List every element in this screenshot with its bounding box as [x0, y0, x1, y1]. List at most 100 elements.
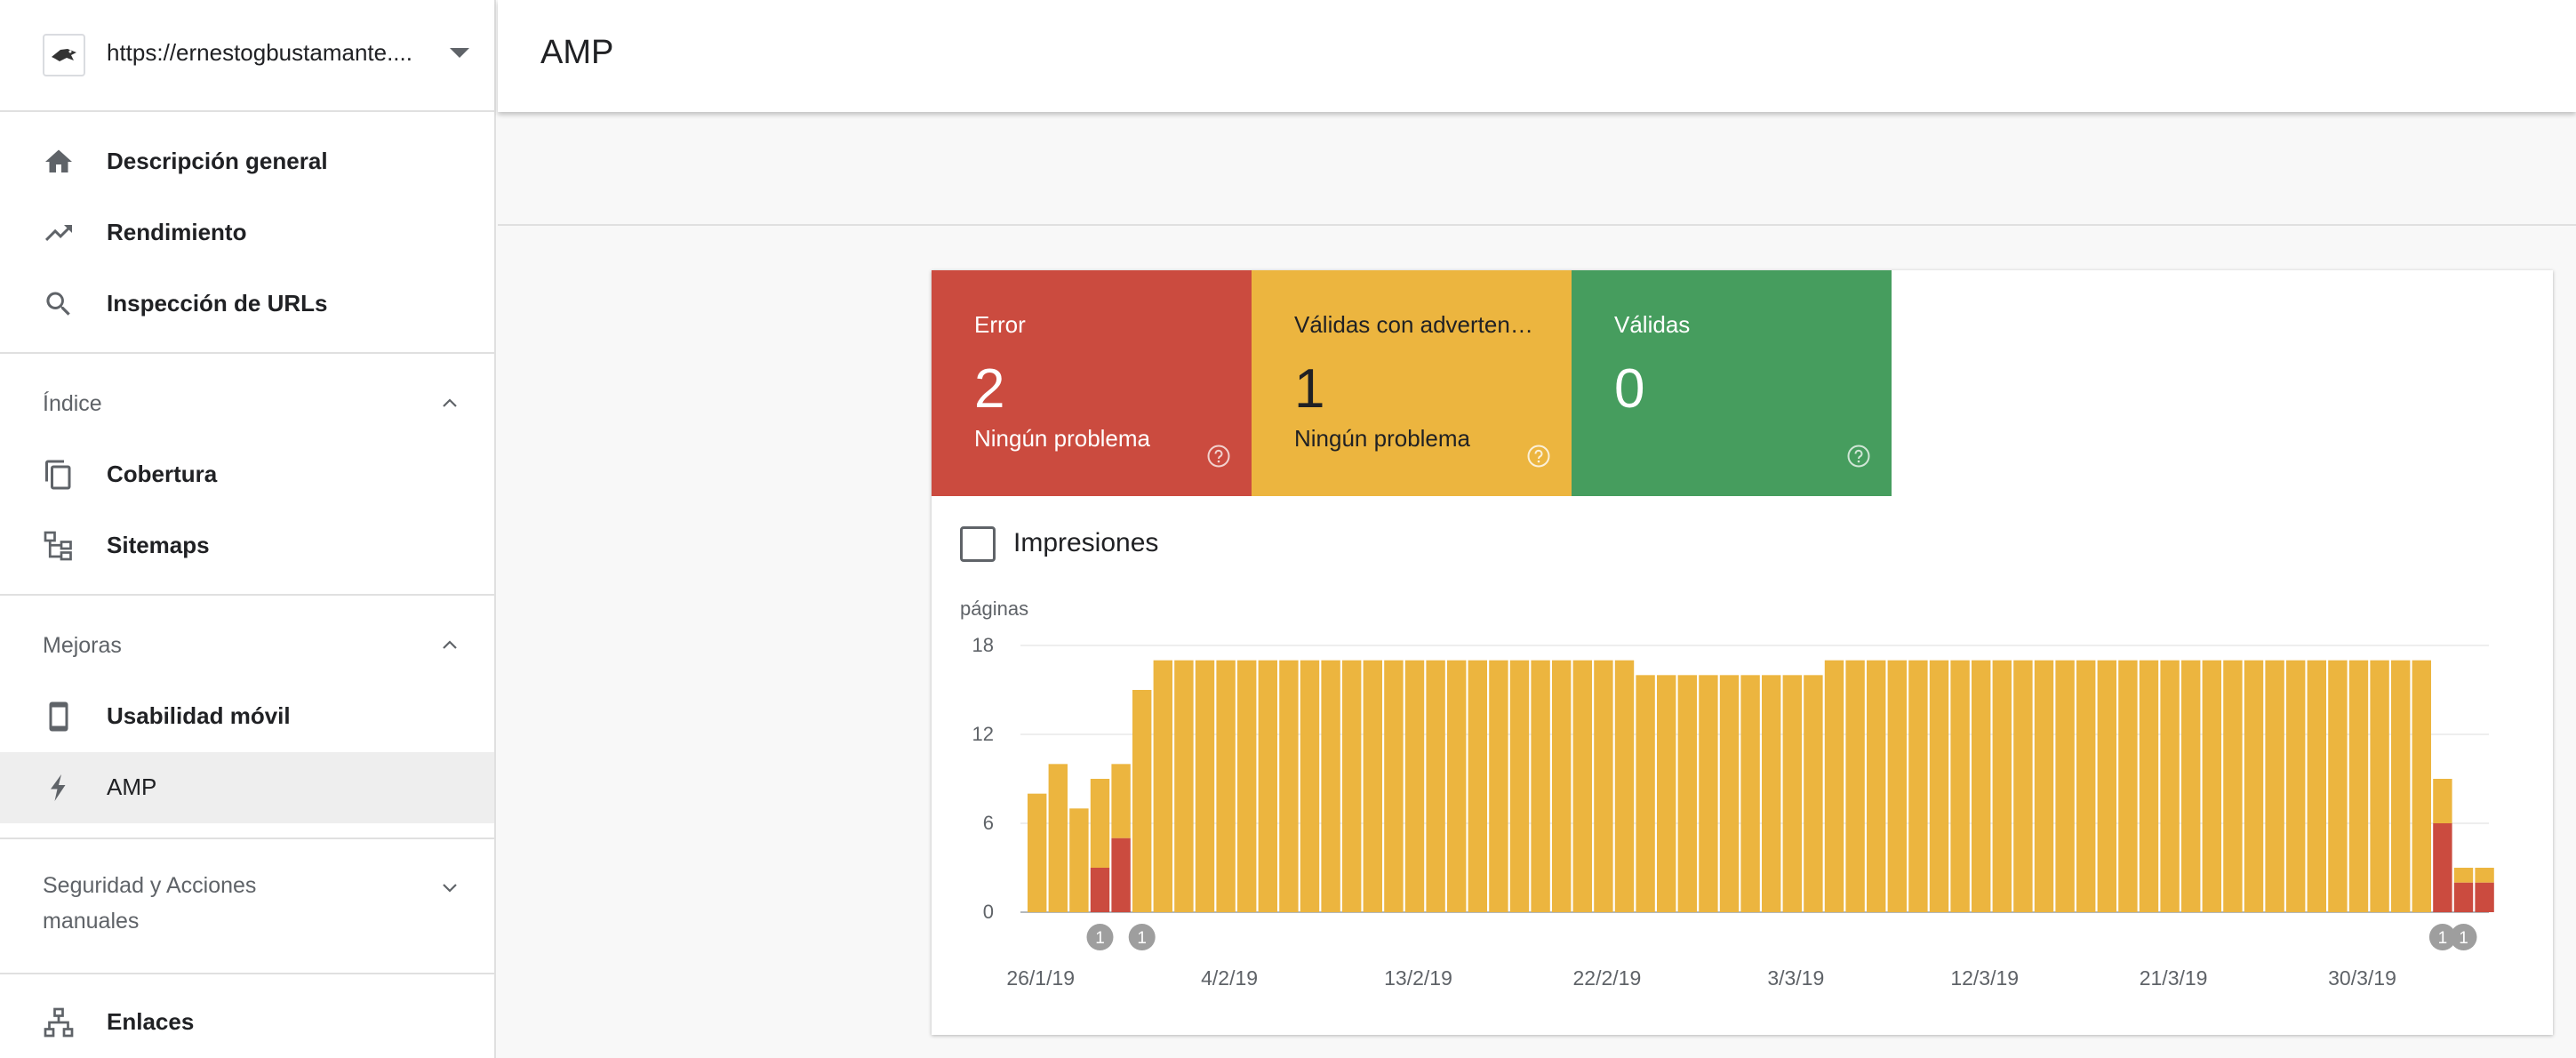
nav-item-url-inspection[interactable]: Inspección de URLs	[0, 269, 494, 340]
nav-item-mobile-usability[interactable]: Usabilidad móvil	[0, 681, 494, 752]
bar-segment[interactable]	[2328, 660, 2348, 912]
bar-segment[interactable]	[1992, 660, 2012, 912]
help-icon[interactable]	[1527, 445, 1550, 468]
bar-segment[interactable]	[1321, 660, 1340, 912]
bar-segment[interactable]	[1111, 838, 1131, 912]
bar-segment[interactable]	[1384, 660, 1404, 912]
bar-segment[interactable]	[1404, 660, 1425, 912]
bar-segment[interactable]	[2412, 660, 2431, 912]
nav-item-overview[interactable]: Descripción general	[0, 126, 494, 197]
bar-segment[interactable]	[1636, 675, 1655, 912]
bar-segment[interactable]	[1677, 675, 1697, 912]
chevron-up-icon[interactable]	[441, 395, 459, 413]
bar-segment[interactable]	[1489, 660, 1508, 912]
bar-segment[interactable]	[1111, 764, 1131, 838]
bar-segment[interactable]	[1174, 660, 1194, 912]
flash-icon	[51, 774, 66, 801]
bar-segment[interactable]	[1069, 808, 1089, 912]
help-icon[interactable]	[1207, 445, 1230, 468]
bar-segment[interactable]	[1824, 660, 1844, 912]
nav-item-sitemaps[interactable]: Sitemaps	[0, 510, 494, 581]
bar-segment[interactable]	[1048, 764, 1068, 912]
bar-segment[interactable]	[1028, 793, 1047, 912]
dropdown-caret-icon[interactable]	[450, 48, 469, 58]
bar-segment[interactable]	[1699, 675, 1718, 912]
bar-segment[interactable]	[1929, 660, 1949, 912]
bar-segment[interactable]	[2475, 868, 2494, 883]
bar-segment[interactable]	[2433, 823, 2452, 912]
chevron-down-icon[interactable]	[441, 878, 459, 896]
bar-segment[interactable]	[1867, 660, 1886, 912]
x-tick-label: 13/2/19	[1384, 966, 1452, 990]
bar-segment[interactable]	[1279, 660, 1299, 912]
bar-segment[interactable]	[2286, 660, 2306, 912]
bar-segment[interactable]	[1531, 660, 1550, 912]
bar-segment[interactable]	[2097, 660, 2116, 912]
bar-segment[interactable]	[2453, 868, 2474, 883]
bar-segment[interactable]	[1657, 675, 1676, 912]
bar-segment[interactable]	[2181, 660, 2201, 912]
bar-segment[interactable]	[1845, 660, 1865, 912]
help-icon[interactable]	[1847, 445, 1870, 468]
bar-segment[interactable]	[2475, 882, 2494, 912]
bar-segment[interactable]	[1090, 779, 1110, 868]
bar-segment[interactable]	[1908, 660, 1928, 912]
impressions-checkbox[interactable]	[960, 526, 996, 562]
bar-segment[interactable]	[1237, 660, 1257, 912]
bar-segment[interactable]	[2202, 660, 2221, 912]
bar-segment[interactable]	[1552, 660, 1572, 912]
bar-segment[interactable]	[1153, 660, 1172, 912]
error-tile[interactable]: Error 2 Ningún problema	[932, 270, 1252, 496]
bar-segment[interactable]	[2453, 882, 2474, 912]
nav-item-amp[interactable]: AMP	[0, 752, 494, 823]
bar-segment[interactable]	[2307, 660, 2326, 912]
valid-tile[interactable]: Válidas 0	[1572, 270, 1892, 496]
bar-segment[interactable]	[2076, 660, 2096, 912]
bar-segment[interactable]	[1719, 675, 1740, 912]
bar-segment[interactable]	[1426, 660, 1445, 912]
bar-segment[interactable]	[2370, 660, 2389, 912]
bar-segment[interactable]	[1614, 660, 1635, 912]
bar-segment[interactable]	[2055, 660, 2075, 912]
nav-item-coverage[interactable]: Cobertura	[0, 439, 494, 510]
bar-segment[interactable]	[1740, 675, 1760, 912]
bar-segment[interactable]	[1804, 675, 1823, 912]
bar-segment[interactable]	[1887, 660, 1907, 912]
bar-segment[interactable]	[1300, 660, 1320, 912]
bar-segment[interactable]	[1132, 690, 1152, 912]
bar-segment[interactable]	[1447, 660, 1467, 912]
bar-segment[interactable]	[2223, 660, 2243, 912]
nav-item-links[interactable]: Enlaces	[0, 987, 494, 1058]
bar-segment[interactable]	[2433, 779, 2452, 823]
bar-segment[interactable]	[1468, 660, 1487, 912]
bar-segment[interactable]	[1572, 660, 1592, 912]
warning-tile[interactable]: Válidas con adverten… 1 Ningún problema	[1252, 270, 1572, 496]
bar-segment[interactable]	[1972, 660, 1991, 912]
section-enhancements[interactable]: Mejoras	[0, 628, 494, 663]
bar-segment[interactable]	[1509, 660, 1530, 912]
bar-segment[interactable]	[1782, 675, 1802, 912]
bar-segment[interactable]	[2118, 660, 2138, 912]
bar-segment[interactable]	[2348, 660, 2369, 912]
bar-segment[interactable]	[1950, 660, 1970, 912]
section-security[interactable]: Seguridad y Acciones manuales	[0, 868, 494, 942]
bar-segment[interactable]	[2034, 660, 2054, 912]
bar-segment[interactable]	[2013, 660, 2033, 912]
bar-segment[interactable]	[1090, 868, 1110, 912]
nav-item-performance[interactable]: Rendimiento	[0, 197, 494, 269]
bar-segment[interactable]	[2139, 660, 2159, 912]
bar-segment[interactable]	[1363, 660, 1382, 912]
bar-segment[interactable]	[1594, 660, 1613, 912]
property-selector[interactable]: https://ernestogbustamante....	[0, 0, 494, 112]
bar-segment[interactable]	[2160, 660, 2180, 912]
bar-segment[interactable]	[1258, 660, 1277, 912]
bar-segment[interactable]	[1195, 660, 1215, 912]
chevron-up-icon[interactable]	[441, 637, 459, 654]
section-index[interactable]: Índice	[0, 386, 494, 421]
bar-segment[interactable]	[1762, 675, 1781, 912]
bar-segment[interactable]	[2391, 660, 2411, 912]
bar-segment[interactable]	[2265, 660, 2284, 912]
bar-segment[interactable]	[1216, 660, 1236, 912]
bar-segment[interactable]	[1342, 660, 1362, 912]
bar-segment[interactable]	[2244, 660, 2264, 912]
